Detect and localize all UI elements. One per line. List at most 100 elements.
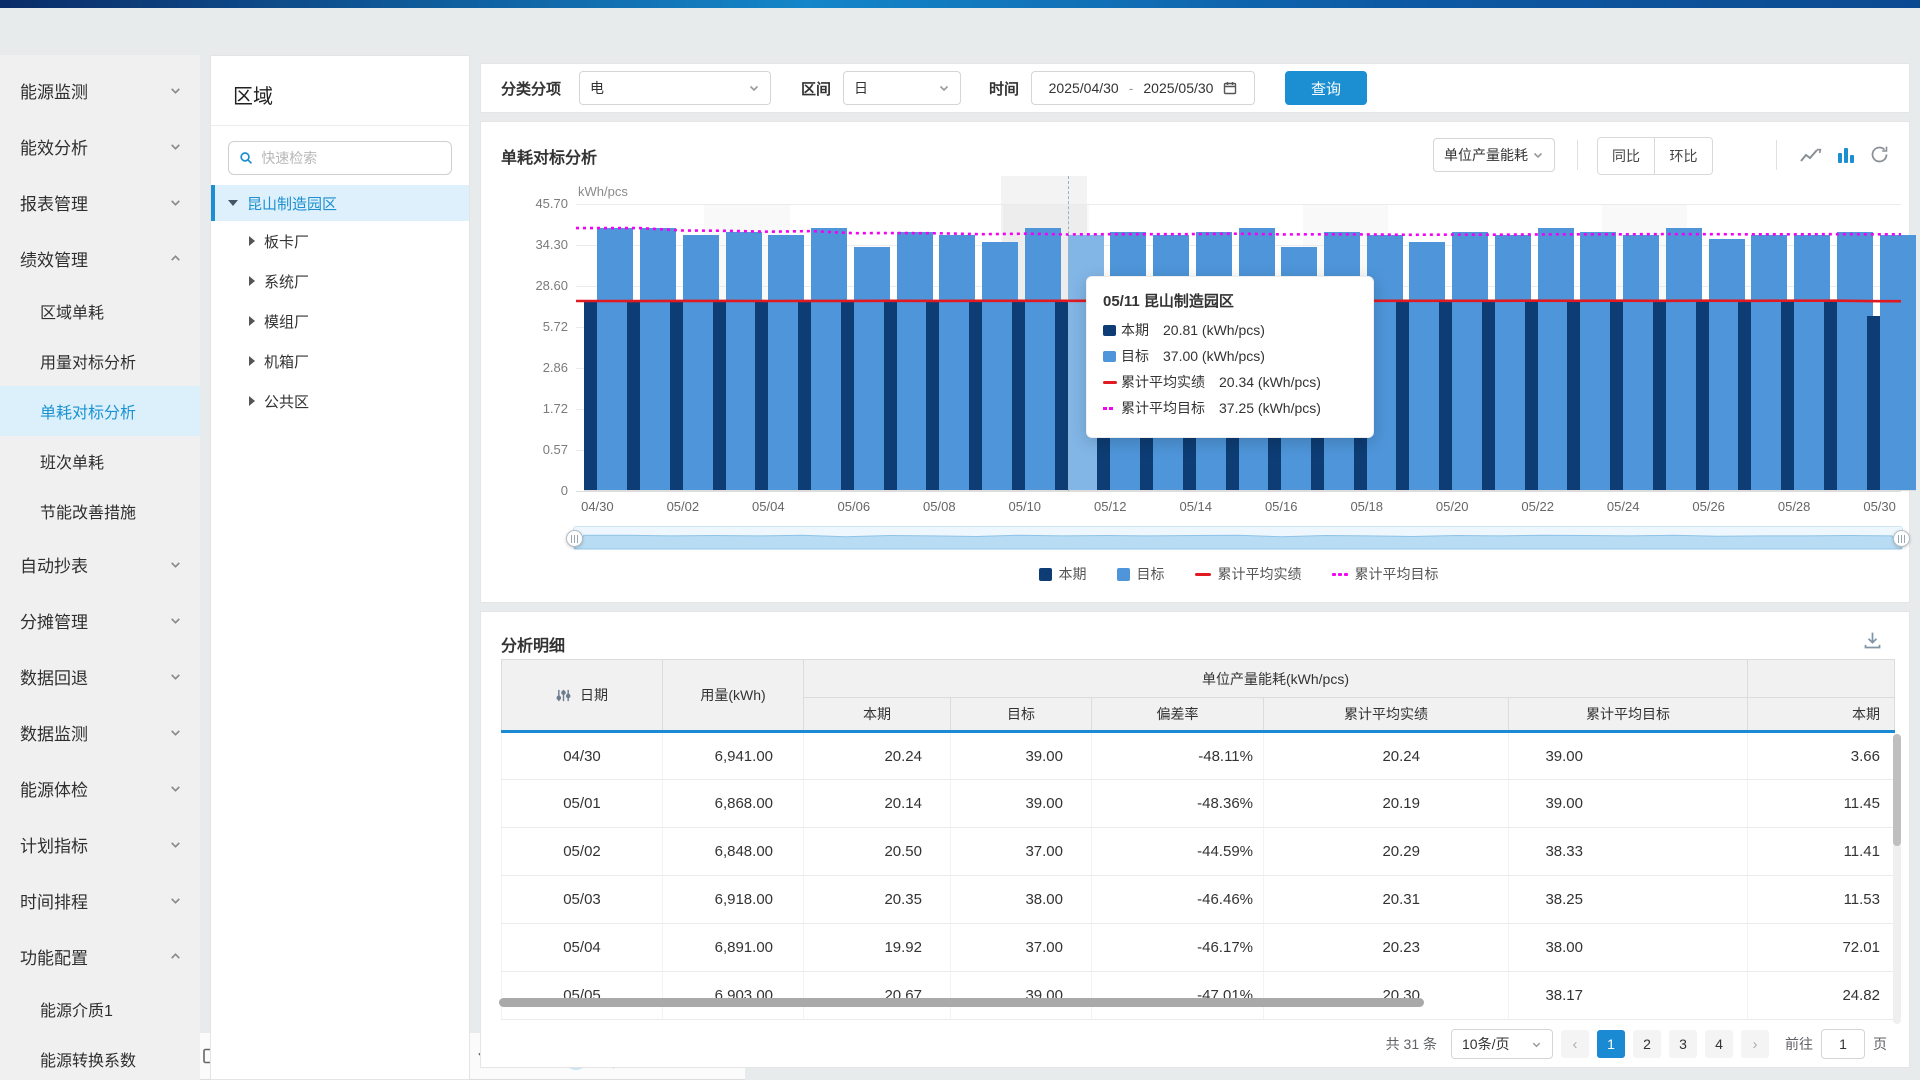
sidebar-item-13[interactable]: 能源体检 [0,760,200,816]
sidebar-item-17[interactable]: 能源介质1 [0,984,200,1034]
datazoom-right-handle[interactable] [1893,530,1910,547]
chart-datazoom-slider[interactable] [573,526,1903,550]
tree-expand-icon[interactable] [249,236,255,246]
sidebar-item-label: 绩效管理 [20,246,88,271]
tree-node-root[interactable]: 昆山制造园区 [211,185,469,221]
tree-expand-icon[interactable] [249,316,255,326]
sidebar-item-0[interactable]: 能源监测 [0,62,200,118]
tree-node-3[interactable]: 机箱厂 [211,341,469,381]
sidebar-item-16[interactable]: 功能配置 [0,928,200,984]
x-axis-tick: 05/24 [1593,499,1653,514]
chevron-down-icon [169,838,182,851]
legend-item-3[interactable]: 累计平均目标 [1332,564,1439,584]
sidebar-item-10[interactable]: 分摊管理 [0,592,200,648]
divider [1577,140,1578,170]
column-filter-icon[interactable] [556,688,571,703]
tooltip-value: 37.00 (kWh/pcs) [1163,348,1265,364]
sidebar-item-label: 能效分析 [20,134,88,159]
col-header-usage: 用量(kWh) [663,660,804,732]
region-search[interactable] [228,141,452,175]
tree-expand-icon[interactable] [249,396,255,406]
goto-page-input[interactable] [1821,1029,1865,1059]
sidebar-item-15[interactable]: 时间排程 [0,872,200,928]
chevron-down-icon [169,614,182,627]
tooltip-marker [1103,381,1121,384]
tooltip-value: 20.34 (kWh/pcs) [1219,374,1321,390]
cell-1-0: 05/01 [502,780,663,828]
cell-4-7: 72.01 [1748,924,1895,972]
legend-item-2[interactable]: 累计平均实绩 [1195,564,1302,584]
date-separator: - [1129,80,1134,96]
tree-expand-icon[interactable] [249,276,255,286]
region-search-input[interactable] [261,150,441,166]
sidebar-item-9[interactable]: 自动抄表 [0,536,200,592]
tooltip-marker [1103,351,1121,362]
sidebar-item-12[interactable]: 数据监测 [0,704,200,760]
cell-2-2: 20.50 [804,828,951,876]
cell-5-3: 39.00 [951,972,1092,1020]
sidebar-item-5[interactable]: 用量对标分析 [0,336,200,386]
tree-node-label: 昆山制造园区 [247,193,337,214]
bar-chart-icon[interactable] [1836,145,1856,165]
gridline [576,491,1901,492]
sidebar-item-4[interactable]: 区域单耗 [0,286,200,336]
page-button-4[interactable]: 4 [1705,1030,1733,1058]
cell-1-1: 6,868.00 [663,780,804,828]
sidebar-item-14[interactable]: 计划指标 [0,816,200,872]
cell-0-1: 6,941.00 [663,732,804,780]
legend-item-0[interactable]: 本期 [1039,564,1087,584]
sidebar-item-8[interactable]: 节能改善措施 [0,486,200,536]
interval-select[interactable]: 日 [843,71,961,105]
cell-2-3: 37.00 [951,828,1092,876]
prev-page-button[interactable]: ‹ [1561,1030,1589,1058]
topbar: WISE-IoT Demo Org | 能源管理 ▼ 3 [0,0,1920,8]
sidebar-item-6[interactable]: 单耗对标分析 [0,386,200,436]
y-axis-tick: 1.72 [514,401,568,416]
tree-node-1[interactable]: 系统厂 [211,261,469,301]
y-axis-tick: 2.86 [514,360,568,375]
chevron-down-icon [169,894,182,907]
x-axis-tick: 05/04 [738,499,798,514]
horizontal-scrollbar[interactable] [499,998,1424,1007]
table-row: 04/306,941.0020.2439.00-48.11%20.2439.00… [502,732,1895,780]
legend-label: 目标 [1137,564,1165,584]
tree-node-2[interactable]: 模组厂 [211,301,469,341]
mom-button[interactable]: 环比 [1655,138,1712,174]
sidebar-item-2[interactable]: 报表管理 [0,174,200,230]
tree-node-4[interactable]: 公共区 [211,381,469,421]
line-chart-icon[interactable] [1799,145,1823,165]
chart-title: 单耗对标分析 [501,144,597,168]
datazoom-left-handle[interactable] [566,530,583,547]
sidebar-item-1[interactable]: 能效分析 [0,118,200,174]
query-button[interactable]: 查询 [1285,71,1367,105]
cell-0-2: 20.24 [804,732,951,780]
sidebar-item-label: 自动抄表 [20,552,88,577]
cell-4-1: 6,891.00 [663,924,804,972]
page-button-2[interactable]: 2 [1633,1030,1661,1058]
cell-4-6: 38.00 [1509,924,1748,972]
tree-node-0[interactable]: 板卡厂 [211,221,469,261]
tree-collapse-icon[interactable] [228,200,238,206]
category-select[interactable]: 电 [579,71,771,105]
sidebar-item-label: 用量对标分析 [40,349,136,373]
sidebar-item-11[interactable]: 数据回退 [0,648,200,704]
vertical-scrollbar-thumb[interactable] [1893,734,1901,846]
page-button-3[interactable]: 3 [1669,1030,1697,1058]
tree-expand-icon[interactable] [249,356,255,366]
pagination: 共 31 条 10条/页 ‹ 1234 › 前往 页 [1386,1029,1887,1059]
refresh-icon[interactable] [1869,144,1890,165]
sidebar-item-3[interactable]: 绩效管理 [0,230,200,286]
category-select-value: 电 [590,78,604,98]
legend-item-1[interactable]: 目标 [1117,564,1165,584]
metric-select[interactable]: 单位产量能耗 [1433,138,1555,172]
download-icon[interactable] [1862,630,1883,651]
cell-5-4: -47.01% [1092,972,1264,1020]
page-button-1[interactable]: 1 [1597,1030,1625,1058]
next-page-button[interactable]: › [1741,1030,1769,1058]
x-axis-tick: 05/14 [1166,499,1226,514]
page-size-select[interactable]: 10条/页 [1451,1029,1553,1059]
sidebar-item-18[interactable]: 能源转换系数 [0,1034,200,1080]
date-range-picker[interactable]: 2025/04/30 - 2025/05/30 [1031,71,1255,105]
yoy-button[interactable]: 同比 [1598,138,1655,174]
sidebar-item-7[interactable]: 班次单耗 [0,436,200,486]
